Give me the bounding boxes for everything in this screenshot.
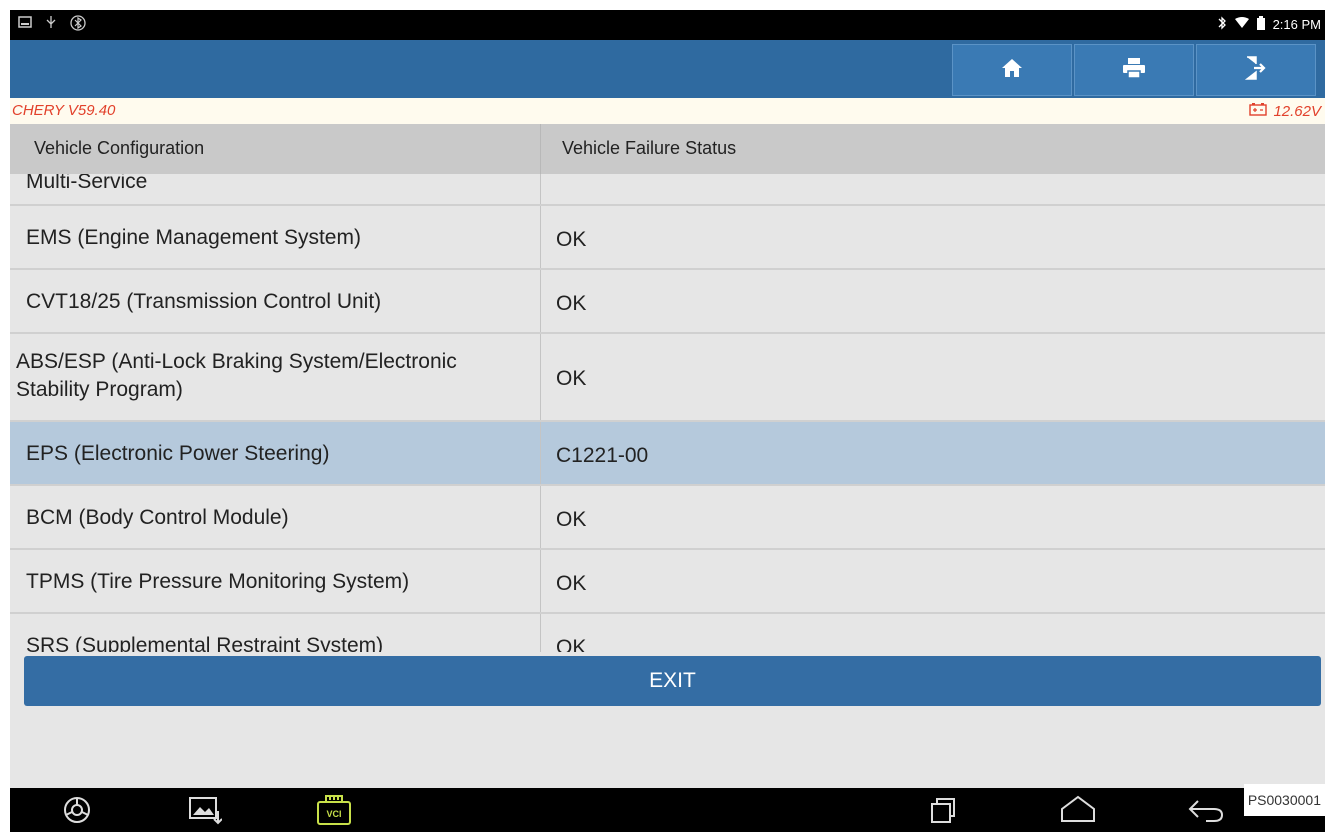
usb-icon	[44, 15, 58, 34]
cell-divider	[540, 206, 541, 268]
exit-icon	[1244, 55, 1267, 85]
table-row[interactable]: EMS (Engine Management System) OK	[10, 204, 1325, 268]
cell-divider	[540, 270, 541, 332]
voltage-value: 12.62V	[1273, 102, 1321, 120]
vci-label: VCI	[326, 809, 342, 819]
table-row-selected[interactable]: EPS (Electronic Power Steering) C1221-00	[10, 420, 1325, 484]
info-bar: CHERY V59.40 12.62V	[10, 98, 1325, 124]
print-icon	[1122, 57, 1146, 84]
status-bar: 2:16 PM	[10, 10, 1325, 40]
home-nav-icon[interactable]	[1058, 795, 1098, 830]
cell-divider	[540, 614, 541, 652]
system-name: BCM (Body Control Module)	[26, 506, 289, 529]
screenshot-icon	[18, 15, 32, 34]
gallery-icon[interactable]	[188, 795, 223, 830]
recent-apps-icon[interactable]	[928, 795, 958, 830]
system-name: TPMS (Tire Pressure Monitoring System)	[26, 570, 410, 593]
failure-status: OK	[556, 292, 587, 315]
app-toolbar	[10, 40, 1325, 98]
battery-voltage-icon	[1249, 102, 1268, 120]
system-name: EPS (Electronic Power Steering)	[26, 442, 330, 465]
back-icon[interactable]	[1186, 795, 1226, 830]
bluetooth-icon	[70, 15, 86, 34]
failure-status: OK	[556, 636, 587, 652]
cell-divider	[540, 422, 541, 484]
table-row[interactable]: BCM (Body Control Module) OK	[10, 484, 1325, 548]
system-name: ABS/ESP (Anti-Lock Braking System/Electr…	[16, 350, 457, 401]
failure-status: OK	[556, 572, 587, 595]
table-row[interactable]: Multi-Service	[10, 174, 1325, 204]
home-icon	[1001, 57, 1023, 84]
table-row[interactable]: CVT18/25 (Transmission Control Unit) OK	[10, 268, 1325, 332]
system-name: CVT18/25 (Transmission Control Unit)	[26, 290, 382, 313]
battery-icon	[1256, 16, 1265, 33]
table-row[interactable]: TPMS (Tire Pressure Monitoring System) O…	[10, 548, 1325, 612]
browser-icon[interactable]	[62, 795, 92, 830]
failure-status: OK	[556, 508, 587, 531]
bluetooth-status-icon	[1217, 16, 1227, 33]
table-row[interactable]: SRS (Supplemental Restraint System) OK	[10, 612, 1325, 652]
system-name: SRS (Supplemental Restraint System)	[26, 634, 384, 652]
cell-divider	[540, 550, 541, 612]
table-row[interactable]: ABS/ESP (Anti-Lock Braking System/Electr…	[10, 332, 1325, 420]
device-screen: 2:16 PM CHERY V59.40 12.62V Vehicle Conf…	[10, 10, 1325, 832]
column-divider	[540, 124, 541, 174]
failure-status: OK	[556, 367, 587, 390]
cell-divider	[540, 486, 541, 548]
system-name: Multi-Service	[26, 174, 148, 193]
cell-divider	[540, 334, 541, 420]
exit-app-button[interactable]	[1196, 44, 1316, 96]
failure-status: C1221-00	[556, 444, 649, 467]
column-header-status: Vehicle Failure Status	[562, 138, 737, 158]
failure-status: OK	[556, 228, 587, 251]
exit-button[interactable]: EXIT	[24, 656, 1321, 706]
voltage-readout: 12.62V	[1249, 102, 1321, 120]
table-body[interactable]: Multi-Service EMS (Engine Management Sys…	[10, 174, 1325, 652]
wifi-icon	[1234, 17, 1249, 32]
table-header: Vehicle Configuration Vehicle Failure St…	[10, 124, 1325, 174]
column-header-configuration: Vehicle Configuration	[34, 138, 205, 158]
cell-divider	[540, 174, 541, 204]
system-name: EMS (Engine Management System)	[26, 226, 361, 249]
software-version: CHERY V59.40	[12, 102, 116, 119]
vci-icon[interactable]: VCI	[316, 794, 352, 826]
clock: 2:16 PM	[1272, 17, 1321, 32]
home-button[interactable]	[952, 44, 1072, 96]
navigation-bar: VCI	[10, 788, 1325, 832]
figure-id: PS0030001	[1243, 784, 1325, 816]
print-button[interactable]	[1074, 44, 1194, 96]
